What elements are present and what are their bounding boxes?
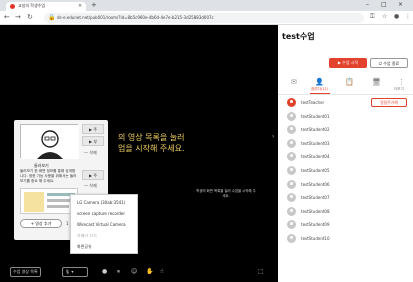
participant-name: testStudent05 bbox=[301, 168, 330, 173]
tab-close-icon[interactable]: × bbox=[78, 3, 82, 9]
end-class-button[interactable]: ⏻ 수업 종료 bbox=[370, 58, 408, 68]
chat-icon[interactable]: ☺ bbox=[131, 268, 137, 275]
participant-name: testStudent04 bbox=[301, 154, 330, 160]
stage-small-instruction: 학생의 화면 목록을 눌러 수업을 시작해 주세요. bbox=[196, 189, 256, 198]
avatar-icon bbox=[287, 125, 296, 135]
hand-icon[interactable]: ☝ bbox=[160, 268, 164, 275]
collapse-arrow-icon[interactable]: › bbox=[272, 133, 274, 140]
participant-name: testStudent06 bbox=[301, 181, 330, 187]
url-text: ds-e.edunet.net/pub001/room/?id=8b5c960e… bbox=[57, 15, 214, 20]
address-bar[interactable]: 🔒 ds-e.edunet.net/pub001/room/?id=8b5c96… bbox=[44, 13, 364, 23]
class-sidebar: test수업 ▶ 수업 시작 ⏻ 수업 종료 ✉ 👤 참여자(11) 📋 🖥 ⋮… bbox=[278, 25, 413, 282]
reload-icon[interactable]: ↻ bbox=[27, 13, 33, 21]
participant-teacher[interactable]: testTeacher 알림주기해 bbox=[287, 98, 407, 108]
participant-name: testStudent09 bbox=[301, 222, 330, 228]
stage-instruction-line1: 의 영상 목록을 눌러 bbox=[118, 133, 185, 142]
avatar-icon bbox=[287, 111, 296, 121]
tab-message-icon[interactable]: ✉ bbox=[291, 78, 297, 86]
video-list-label: 수업 영상 목록 bbox=[13, 269, 38, 274]
tab-screen-icon[interactable]: 🖥 bbox=[372, 78, 381, 86]
class-title: test수업 bbox=[282, 32, 315, 41]
participant-row[interactable]: testStudent01 bbox=[287, 111, 407, 122]
participant-name: testStudent08 bbox=[301, 208, 330, 214]
menu-item-screen-share[interactable]: 화면공유 bbox=[77, 244, 92, 250]
participant-name: testStudent03 bbox=[301, 140, 330, 146]
menu-item-camera-off[interactable]: 카메라 끄기 bbox=[77, 233, 97, 239]
participant-name: testStudent02 bbox=[301, 127, 330, 133]
key-icon[interactable]: ⚿ bbox=[370, 13, 375, 21]
pause-icon[interactable]: ⏸ bbox=[117, 268, 120, 276]
avatar-icon bbox=[287, 179, 296, 189]
participant-row[interactable]: testStudent05 bbox=[287, 166, 407, 176]
divider bbox=[278, 94, 413, 95]
bottom-control-bar: 수업 영상 목록 🎙 ▾ ● ⏸ ☺ ✋ ☝ ⬚ bbox=[0, 264, 278, 282]
participant-row[interactable]: testStudent03 bbox=[287, 138, 407, 149]
tab-participants-label[interactable]: 참여자(11) bbox=[311, 87, 328, 92]
tab-board-icon[interactable]: 📋 bbox=[345, 78, 354, 86]
avatar-icon bbox=[287, 152, 296, 162]
main-play-button[interactable]: ▶ 주 bbox=[82, 124, 104, 134]
participant-name: testStudent01 bbox=[301, 113, 330, 119]
avatar-icon bbox=[287, 220, 296, 230]
new-tab-button[interactable]: + bbox=[91, 1, 97, 9]
video-list-button[interactable]: 수업 영상 목록 bbox=[10, 267, 41, 277]
participant-row[interactable]: testStudent04 bbox=[287, 152, 407, 162]
close-window-button[interactable]: × bbox=[398, 1, 403, 8]
mic-select-button[interactable]: 🎙 ▾ bbox=[62, 267, 88, 277]
participant-row[interactable]: testStudent02 bbox=[287, 125, 407, 135]
tab-more-icon[interactable]: ⋮ bbox=[398, 78, 405, 86]
delete-button-2[interactable]: — 삭제 bbox=[84, 183, 97, 189]
menu-item-lg-camera[interactable]: LG Camera (30ab:3541) bbox=[77, 200, 125, 205]
handraise-icon[interactable]: ✋ bbox=[146, 268, 153, 275]
tab-more-label[interactable]: 더보기 bbox=[394, 87, 404, 92]
participant-name: testTeacher bbox=[301, 100, 325, 105]
avatar-icon bbox=[287, 166, 296, 175]
lock-icon: 🔒 bbox=[48, 14, 56, 21]
tab-title: 교실의 학생수업 bbox=[18, 3, 46, 8]
app-window: 교실의 학생수업 × + – □ × ← → ↻ 🔒 ds-e.edunet.n… bbox=[0, 0, 413, 282]
camera-select-menu: LG Camera (30ab:3541) screen capture rec… bbox=[70, 194, 138, 254]
star-icon[interactable]: ☆ bbox=[382, 13, 387, 20]
start-class-button[interactable]: ▶ 수업 시작 bbox=[329, 58, 367, 68]
favicon-icon bbox=[10, 4, 15, 9]
stage-instruction-line2: 업을 시작해 주세요. bbox=[118, 144, 185, 153]
record-icon[interactable]: ● bbox=[102, 268, 107, 275]
panel-item-desc: 둘러보기 한 화면 정보를 통해 공개합니다. 정한 기능 사용을 위해서는 둘… bbox=[20, 169, 77, 183]
participant-row[interactable]: testStudent08 bbox=[287, 206, 407, 217]
participant-row[interactable]: testStudent06 bbox=[287, 179, 407, 190]
browser-tab[interactable]: 교실의 학생수업 × bbox=[6, 2, 86, 11]
sub-play-button[interactable]: ▶ 부 bbox=[82, 136, 104, 146]
avatar-icon bbox=[287, 234, 296, 243]
tab-participants-icon[interactable]: 👤 bbox=[315, 78, 324, 86]
back-icon[interactable]: ← bbox=[4, 13, 10, 21]
fullscreen-icon[interactable]: ⬚ bbox=[258, 268, 264, 275]
participant-row[interactable]: testStudent09 bbox=[287, 220, 407, 230]
avatar-icon bbox=[287, 206, 296, 216]
item-play-button[interactable]: ▶ 주 bbox=[82, 170, 104, 180]
mic-icon: 🎙 ▾ bbox=[65, 269, 74, 274]
menu-item-screen-capture[interactable]: screen capture recorder bbox=[77, 211, 125, 216]
minimize-button[interactable]: – bbox=[366, 1, 369, 8]
participant-name: testStudent07 bbox=[301, 195, 330, 201]
participant-row[interactable]: testStudent07 bbox=[287, 193, 407, 203]
teacher-illustration bbox=[20, 124, 79, 159]
forward-icon[interactable]: → bbox=[15, 13, 21, 21]
participant-row[interactable]: testStudent10 bbox=[287, 234, 407, 244]
avatar-icon bbox=[287, 138, 296, 148]
delete-button[interactable]: — 삭제 bbox=[84, 150, 97, 156]
menu-icon[interactable]: ⋮ bbox=[405, 13, 411, 20]
avatar-icon bbox=[287, 193, 296, 203]
maximize-button[interactable]: □ bbox=[381, 1, 387, 8]
stage-instruction: 의 영상 목록을 눌러 업을 시작해 주세요. bbox=[118, 132, 268, 154]
avatar-icon bbox=[287, 98, 296, 107]
participant-name: testStudent10 bbox=[301, 236, 330, 241]
browser-tab-bar: 교실의 학생수업 × + – □ × bbox=[0, 0, 413, 11]
add-video-button[interactable]: + 영상 추가 bbox=[20, 219, 62, 228]
profile-icon[interactable]: ● bbox=[394, 13, 399, 20]
notice-button[interactable]: 알림주기해 bbox=[371, 98, 407, 107]
browser-toolbar: ← → ↻ 🔒 ds-e.edunet.net/pub001/room/?id=… bbox=[0, 11, 413, 25]
menu-item-wirecast[interactable]: Wirecast Virtual Camera bbox=[77, 222, 126, 227]
